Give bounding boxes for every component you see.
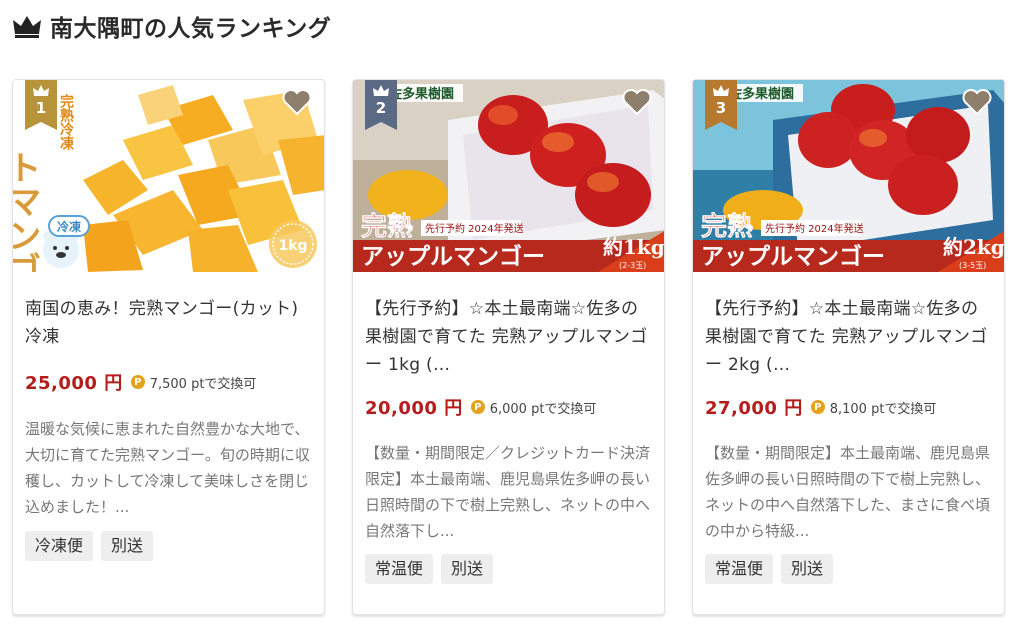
svg-text:完熟冷凍: 完熟冷凍 <box>58 93 74 151</box>
heart-icon[interactable] <box>622 88 652 116</box>
product-title[interactable]: 【先行予約】☆本土最南端☆佐多の果樹園で育てた 完熟アップルマンゴー 2kg (… <box>705 295 995 379</box>
points-text: 8,100 ptで交換可 <box>829 401 937 417</box>
svg-text:1kg: 1kg <box>278 238 307 254</box>
svg-text:(3-5玉): (3-5玉) <box>959 261 986 270</box>
product-image[interactable]: 佐多果樹園 完熟 先行予約 2024年発送 アップルマンゴー 約1kg (2-3… <box>353 80 665 272</box>
product-image[interactable]: 佐多果樹園 完熟 先行予約 2024年発送 アップルマンゴー 約2kg (3-5… <box>693 80 1005 272</box>
tag: 常温便 <box>365 554 434 584</box>
tag-list: 常温便 別送 <box>365 554 494 584</box>
point-icon: P <box>810 400 825 414</box>
price-row: 27,000 円 P 8,100 ptで交換可 <box>705 394 936 420</box>
svg-text:約2kg: 約2kg <box>943 235 1005 259</box>
ranking-card-2[interactable]: 佐多果樹園 完熟 先行予約 2024年発送 アップルマンゴー 約1kg (2-3… <box>352 79 665 615</box>
product-description: 【数量・期間限定】本土最南端、鹿児島県佐多岬の長い日照時間の下で樹上完熟し、ネッ… <box>705 444 991 540</box>
heart-icon[interactable] <box>962 88 992 116</box>
crown-icon <box>713 85 729 96</box>
product-title[interactable]: 南国の恵み！完熟マンゴー(カット)冷凍 <box>25 295 315 351</box>
price-row: 25,000 円 P 7,500 ptで交換可 <box>25 369 256 395</box>
price: 25,000 円 <box>25 373 123 394</box>
price: 20,000 円 <box>365 398 463 419</box>
heart-icon[interactable] <box>282 88 312 116</box>
tag: 別送 <box>441 554 494 584</box>
product-title[interactable]: 【先行予約】☆本土最南端☆佐多の果樹園で育てた 完熟アップルマンゴー 1kg (… <box>365 295 655 379</box>
svg-text:完熟: 完熟 <box>361 211 413 242</box>
ranking-card-3[interactable]: 佐多果樹園 完熟 先行予約 2024年発送 アップルマンゴー 約2kg (3-5… <box>692 79 1005 615</box>
svg-text:先行予約 2024年発送: 先行予約 2024年発送 <box>425 222 524 235</box>
svg-text:(2-3玉): (2-3玉) <box>619 261 646 270</box>
crown-icon <box>33 85 49 96</box>
point-icon: P <box>130 375 145 389</box>
point-icon: P <box>470 400 485 414</box>
price-row: 20,000 円 P 6,000 ptで交換可 <box>365 394 596 420</box>
points-text: 7,500 ptで交換可 <box>149 376 257 392</box>
svg-text:完熟: 完熟 <box>701 211 753 242</box>
crown-icon <box>373 85 389 96</box>
svg-text:佐多果樹園: 佐多果樹園 <box>388 86 454 102</box>
tag-list: 常温便 別送 <box>705 554 834 584</box>
tag: 別送 <box>781 554 834 584</box>
svg-text:先行予約 2024年発送: 先行予約 2024年発送 <box>765 222 864 235</box>
svg-text:トマンゴー: トマンゴー <box>13 150 41 272</box>
product-description: 【数量・期間限定／クレジットカード決済限定】本土最南端、鹿児島県佐多岬の長い日照… <box>365 444 651 540</box>
svg-text:佐多果樹園: 佐多果樹園 <box>728 86 794 102</box>
crown-icon <box>13 16 41 38</box>
ranking-card-1[interactable]: トマンゴー 完熟冷凍 冷凍 1kg 1 南国の恵み！完熟マ <box>12 79 325 615</box>
tag-list: 冷凍便 別送 <box>25 531 154 561</box>
ranking-heading: 南大隅町の人気ランキング <box>12 6 331 46</box>
page-title: 南大隅町の人気ランキング <box>50 16 332 42</box>
svg-text:アップルマンゴー: アップルマンゴー <box>361 243 545 270</box>
svg-text:アップルマンゴー: アップルマンゴー <box>701 243 885 270</box>
svg-text:冷凍: 冷凍 <box>57 219 82 234</box>
tag: 常温便 <box>705 554 774 584</box>
svg-text:約1kg: 約1kg <box>603 235 665 259</box>
price: 27,000 円 <box>705 398 803 419</box>
product-image[interactable]: トマンゴー 完熟冷凍 冷凍 1kg <box>13 80 324 272</box>
product-description: 温暖な気候に恵まれた自然豊かな大地で、大切に育てた完熟マンゴー。旬の時期に収穫し… <box>25 420 310 516</box>
points-text: 6,000 ptで交換可 <box>489 401 597 417</box>
tag: 冷凍便 <box>25 531 94 561</box>
tag: 別送 <box>101 531 154 561</box>
